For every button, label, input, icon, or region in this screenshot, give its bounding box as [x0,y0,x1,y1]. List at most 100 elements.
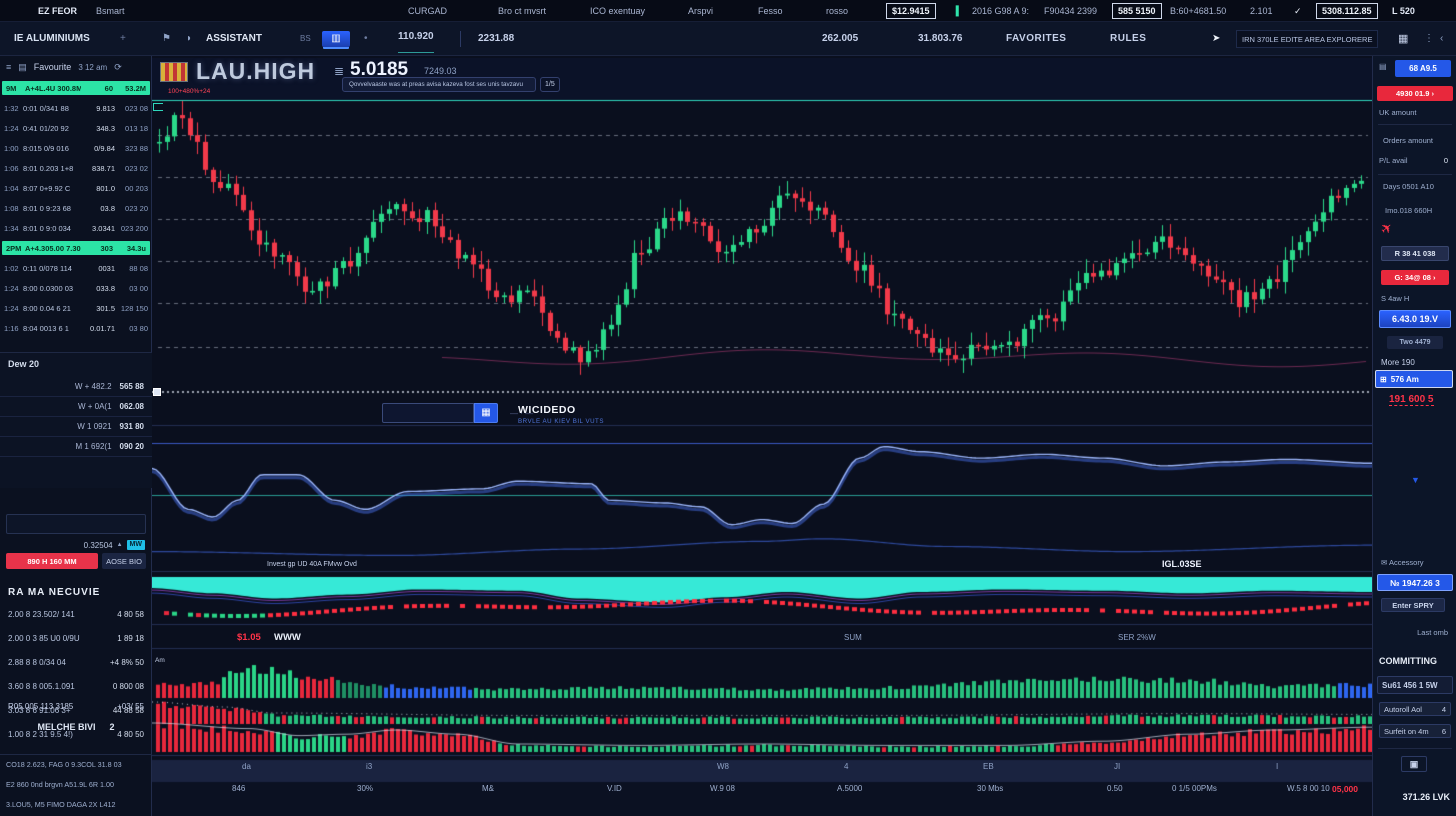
positions-row[interactable]: 2.00 8 23.502/ 1414 80 58 [0,604,152,624]
symbol-tab[interactable]: IE ALUMINIUMS [14,22,90,56]
orders-row[interactable]: W + 0A(1062.08 [0,397,152,417]
search-apply-button[interactable]: ▦ [474,403,498,423]
orders-row[interactable]: W 1 0921931 80 [0,417,152,437]
divider [1378,124,1452,125]
watchlist-row[interactable]: 1:088:01 0 9:23 6803.8023 20 [0,198,152,218]
oscillator-label: Invest gp UD 40A FMvw Ovd [267,561,357,568]
watchlist-cell: 2PM [6,244,25,253]
menu-item-5[interactable]: rosso [826,0,848,22]
watchlist-cell: 303 [81,244,113,253]
watchlist-row[interactable]: 9MA+4L.4U 300.8M6053.2M [2,81,150,95]
drawing-handle[interactable] [153,388,161,396]
orders-amount-label: Orders amount [1383,136,1433,145]
more-label[interactable]: More 190 [1381,358,1415,367]
topbar-value-box-3[interactable]: 5308.112.85 [1316,3,1378,19]
buy-button[interactable]: 6.43.0 19.V [1379,310,1451,328]
commit-field-1[interactable]: Su61 456 1 5W [1377,676,1453,694]
commit-field-3[interactable]: Surfeit on 4m 6 [1379,724,1451,738]
lot-size-button[interactable]: 68 A9.5 [1395,60,1451,77]
folder-icon[interactable]: ▤ [18,62,27,73]
sell-button[interactable]: G: 34@ 08 › [1381,270,1449,285]
gray-action-button[interactable]: R 38 41 038 [1381,246,1449,261]
menu-item-2[interactable]: ICO exentuay [590,0,645,22]
watchlist-cell: 033.8 [83,284,115,293]
watchlist-cell: 0:41 01/20 92 [23,124,83,133]
positions-row[interactable]: 2.88 8 8 0/34 04+4 8% 50 [0,652,152,672]
status-value: W.9 08 [710,784,735,793]
panel-list-icon[interactable]: ▤ [1379,62,1387,71]
positions-row[interactable]: 2.00 0 3 85 U0 0/9U1 89 18 [0,628,152,648]
topbar-value-box-2[interactable]: 585 5150 [1112,3,1162,19]
menu-item-bsmart[interactable]: Bsmart [96,0,125,22]
watchlist-cell: 1:16 [4,324,23,333]
confirm-button[interactable]: № 1947.26 3 [1377,574,1453,591]
selected-account-row[interactable]: ⊞ 576 Am [1375,370,1453,388]
sidebar-header-meta: 3 12 am [78,63,107,72]
watchlist-row[interactable]: 1:020:11 0/078 114003188 08 [0,258,152,278]
kebab-menu-icon[interactable]: ⋮ [1424,22,1434,56]
rules-tab[interactable]: RULES [1110,22,1146,56]
watchlist-row[interactable]: 1:048:07 0+9.92 C801.000 203 [0,178,152,198]
chart-canvas[interactable] [152,58,1372,816]
orders-row-label: W 1 0921 [77,422,111,431]
sidebar-red-button[interactable]: 890 H 160 MM [6,553,98,569]
menu-item-4[interactable]: Fesso [758,0,783,22]
menu-item-curgad[interactable]: CURGAD [408,0,447,22]
grid-icon[interactable]: ▦ [1398,22,1408,56]
band-mid-label: SUM [844,633,862,642]
orders-row[interactable]: W + 482.2565 88 [0,377,152,397]
chart-search-input[interactable] [382,403,474,423]
status-value: 30% [357,784,373,793]
orders-row-label: W + 0A(1 [78,402,112,411]
explorer-box[interactable]: IRN 370LE EDITE AREA EXPLORERE [1236,30,1378,48]
menu-item-3[interactable]: Arspvi [688,0,713,22]
commit-field-2[interactable]: Autoroll Aol 4 [1379,702,1451,716]
watchlist-row[interactable]: 1:008:015 0/9 0160/9.84323 88 [0,138,152,158]
watchlist-row[interactable]: 1:248:00 0.0300 03033.803 00 [0,278,152,298]
favorites-tab[interactable]: FAVORITES [1006,22,1066,56]
pennant-icon[interactable]: ⚑ [162,22,171,56]
watchlist-row[interactable]: 2PMA+4.305.00 7.30.2%30334.3u [2,241,150,255]
watchlist-row[interactable]: 1:248:00 0.04 6 21301.5128 150 [0,298,152,318]
sell-banner-button[interactable]: 4930 01.9 › [1377,86,1453,101]
refresh-icon[interactable]: ⟳ [114,62,122,73]
top-menu-bar: EZ FEOR Bsmart CURGAD Bro ct mvsrt ICO e… [0,0,1456,22]
sidebar-header-title: Favourite [34,62,72,72]
topbar-value-box-1[interactable]: $12.9415 [886,3,936,19]
sidebar-input[interactable] [6,514,146,534]
sidebar-dark-button[interactable]: AOSE BIO [102,553,146,569]
watchlist-cell: 8:01 0 9:23 68 [23,204,83,213]
watchlist-row[interactable]: 1:320:01 0/341 889.813023 08 [0,98,152,118]
price-line-handle[interactable] [153,103,163,111]
assistant-label[interactable]: ASSISTANT [206,22,262,56]
status-value: V.ID [607,784,622,793]
enter-spry-button[interactable]: Enter SPRY [1381,598,1445,612]
menu-icon[interactable]: ≡ [6,62,11,72]
orders-row[interactable]: M 1 692(1090 20 [0,437,152,457]
two-button[interactable]: Two 4479 [1387,336,1443,349]
order-panel: ▤ 68 A9.5 4930 01.9 › UK amount Orders a… [1372,56,1456,816]
watchlist-row[interactable]: 1:068:01 0.203 1+8838.71023 02 [0,158,152,178]
crescent-icon[interactable]: ◗ [186,22,192,56]
watchlist-row[interactable]: 1:240:41 01/20 92348.3013 18 [0,118,152,138]
committing-title: COMMITTING [1379,656,1437,666]
windows-icon-button[interactable]: ▣ [1401,756,1427,772]
watchlist-cell: 1:24 [4,284,23,293]
notice-badge[interactable]: 1/5 [540,77,560,92]
watchlist-cell: 128 150 [115,304,148,313]
chart-mode-button[interactable]: ▥ [322,31,350,47]
watchlist-row[interactable]: 1:348:01 0 9:0 0343.0341023 200 [0,218,152,238]
positions-row[interactable]: 3.60 8 8 005.1.0910 800 08 [0,676,152,696]
notice-bar[interactable]: Qovvelvaaste was at preas avisa kazeva f… [342,77,536,92]
add-symbol-button[interactable]: + [120,22,126,56]
back-chevron-icon[interactable]: ‹ [1440,22,1443,56]
send-plane-icon[interactable]: ✈ [1377,218,1397,239]
days-label: Days 0501 A10 [1383,182,1434,191]
chevron-down-icon[interactable]: ▼ [1411,475,1420,485]
sidebar-footer-line: 3.LOU5, M5 FIMO DAGA 2X L412 [0,795,152,815]
cursor-icon[interactable]: ➤ [1212,22,1220,56]
chart-change: 7249.03 [424,66,457,76]
pl-value: 0 [1444,156,1448,165]
watchlist-row[interactable]: 1:168:04 0013 6 10.01.7103 80 [0,318,152,338]
menu-item-1[interactable]: Bro ct mvsrt [498,0,546,22]
